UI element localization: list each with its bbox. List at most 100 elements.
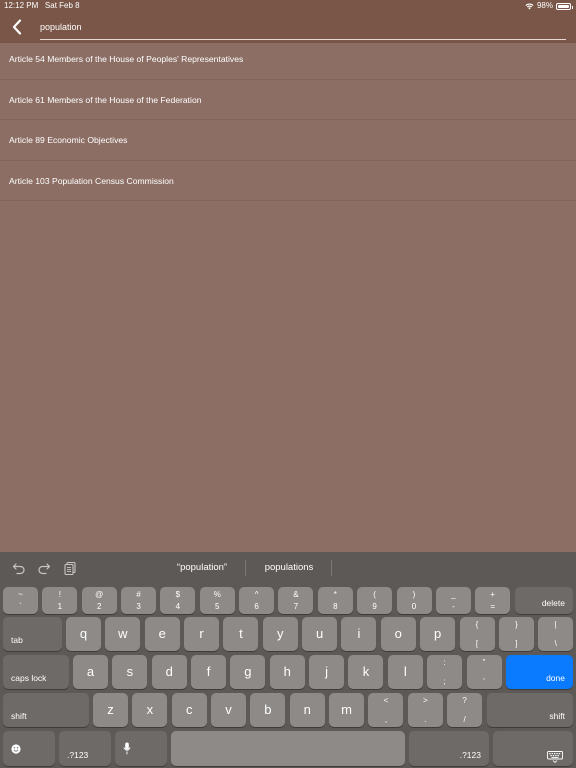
suggestion-bar: “population” populations bbox=[0, 552, 576, 584]
key-y[interactable]: y bbox=[262, 617, 298, 651]
status-bar: 12:12 PM Sat Feb 8 98% bbox=[0, 0, 576, 12]
key-e[interactable]: e bbox=[144, 617, 180, 651]
tab-key-label: tab bbox=[11, 635, 23, 645]
key-q[interactable]: q bbox=[66, 617, 101, 651]
number-key-10-label: 0 bbox=[411, 602, 417, 611]
number-key-4[interactable]: $4 bbox=[160, 587, 196, 614]
key-y-label: y bbox=[277, 625, 284, 641]
key-k[interactable]: k bbox=[348, 655, 384, 689]
done-key[interactable]: done bbox=[506, 655, 573, 689]
number-key-8-shift-label: * bbox=[333, 590, 337, 599]
delete-key[interactable]: delete bbox=[515, 587, 573, 614]
number-key-0-shift-label: ~ bbox=[18, 590, 23, 599]
number-key-9[interactable]: (9 bbox=[357, 587, 393, 614]
symbol-key-z-1[interactable]: >. bbox=[407, 693, 443, 727]
suggestion-populations[interactable]: populations bbox=[250, 561, 328, 575]
symbol-key-z-2[interactable]: ? / bbox=[447, 693, 483, 727]
symbol-key-a-0[interactable]: :; bbox=[427, 655, 463, 689]
number-key-11[interactable]: _ - bbox=[435, 587, 471, 614]
symbol-key-q-0[interactable]: {[ bbox=[459, 617, 495, 651]
number-key-0[interactable]: ~ ` bbox=[3, 587, 38, 614]
symbol-key-q-2[interactable]: | \ bbox=[538, 617, 574, 651]
hide-keyboard-key[interactable] bbox=[493, 731, 573, 766]
dictation-key[interactable] bbox=[115, 731, 167, 766]
key-r[interactable]: r bbox=[184, 617, 220, 651]
key-g[interactable]: g bbox=[230, 655, 266, 689]
suggestion-quoted[interactable]: “population” bbox=[163, 561, 241, 575]
key-j[interactable]: j bbox=[309, 655, 345, 689]
number-key-9-shift-label: ( bbox=[373, 590, 376, 599]
back-button[interactable] bbox=[8, 17, 26, 37]
numbers-key-right[interactable]: .?123 bbox=[409, 731, 489, 766]
key-p[interactable]: p bbox=[420, 617, 456, 651]
key-t[interactable]: t bbox=[223, 617, 259, 651]
redo-icon[interactable] bbox=[37, 561, 51, 575]
caps-lock-key[interactable]: caps lock bbox=[3, 655, 69, 689]
symbol-key-a-0-label: ; bbox=[443, 677, 446, 686]
caps-lock-key-label: caps lock bbox=[11, 673, 47, 683]
key-f[interactable]: f bbox=[191, 655, 227, 689]
number-key-12[interactable]: + = bbox=[475, 587, 511, 614]
key-x-label: x bbox=[146, 701, 154, 717]
number-key-2-label: 2 bbox=[96, 602, 102, 611]
on-screen-keyboard: “population” populations delete tab caps… bbox=[0, 552, 576, 768]
number-key-1[interactable]: ! 1 bbox=[42, 587, 78, 614]
number-key-10-shift-label: ) bbox=[412, 590, 416, 599]
symbol-key-z-2-label: / bbox=[463, 715, 466, 724]
key-s[interactable]: s bbox=[112, 655, 148, 689]
number-key-5-label: 5 bbox=[215, 602, 220, 611]
key-w[interactable]: w bbox=[105, 617, 141, 651]
shift-right-key[interactable]: shift bbox=[487, 693, 573, 727]
symbol-key-z-0[interactable]: <, bbox=[368, 693, 404, 727]
numbers-key-left[interactable]: .?123 bbox=[59, 731, 111, 766]
symbol-key-q-1[interactable]: }] bbox=[498, 617, 534, 651]
keyboard-hide-icon bbox=[547, 751, 563, 763]
number-key-10[interactable]: ) 0 bbox=[396, 587, 432, 614]
key-o[interactable]: o bbox=[380, 617, 416, 651]
emoji-key[interactable] bbox=[3, 731, 55, 766]
shift-left-key[interactable]: shift bbox=[3, 693, 89, 727]
key-u-label: u bbox=[315, 625, 324, 641]
symbol-key-a-0-shift-label: : bbox=[443, 658, 446, 667]
key-v[interactable]: v bbox=[211, 693, 247, 727]
number-key-5[interactable]: % 5 bbox=[199, 587, 235, 614]
symbol-key-a-1[interactable]: " ' bbox=[466, 655, 502, 689]
number-key-7[interactable]: & 7 bbox=[278, 587, 314, 614]
number-key-6[interactable]: ^ 6 bbox=[239, 587, 275, 614]
number-key-6-shift-label: ^ bbox=[254, 590, 259, 599]
key-d-label: d bbox=[165, 663, 173, 679]
key-m[interactable]: m bbox=[329, 693, 365, 727]
symbol-key-q-1-label: ] bbox=[515, 639, 518, 648]
tab-key[interactable]: tab bbox=[3, 617, 62, 651]
list-item[interactable]: Article 54 Members of the House of Peopl… bbox=[0, 39, 576, 80]
number-key-3[interactable]: #3 bbox=[121, 587, 157, 614]
key-z[interactable]: z bbox=[93, 693, 128, 727]
number-key-2[interactable]: @2 bbox=[81, 587, 117, 614]
number-key-8[interactable]: * 8 bbox=[317, 587, 353, 614]
key-a[interactable]: a bbox=[73, 655, 108, 689]
suggestion-divider bbox=[245, 560, 246, 576]
list-item[interactable]: Article 61 Members of the House of the F… bbox=[0, 80, 576, 120]
key-n-label: n bbox=[303, 701, 311, 717]
key-d[interactable]: d bbox=[151, 655, 187, 689]
key-r-label: r bbox=[199, 625, 204, 641]
key-n[interactable]: n bbox=[289, 693, 325, 727]
space-key[interactable] bbox=[171, 731, 405, 766]
key-f-label: f bbox=[206, 663, 211, 679]
key-i[interactable]: i bbox=[341, 617, 377, 651]
numbers-key-left-label: .?123 bbox=[67, 750, 89, 760]
key-l[interactable]: l bbox=[387, 655, 423, 689]
search-input[interactable] bbox=[40, 18, 566, 40]
key-c[interactable]: c bbox=[171, 693, 207, 727]
undo-icon[interactable] bbox=[12, 561, 26, 575]
list-item[interactable]: Article 103 Population Census Commission bbox=[0, 161, 576, 201]
key-u[interactable]: u bbox=[302, 617, 338, 651]
key-b-label: b bbox=[264, 701, 272, 717]
key-h[interactable]: h bbox=[269, 655, 305, 689]
key-h-label: h bbox=[283, 663, 291, 679]
symbol-key-q-0-shift-label: { bbox=[475, 620, 479, 629]
paste-icon[interactable] bbox=[63, 561, 77, 575]
key-b[interactable]: b bbox=[250, 693, 286, 727]
key-x[interactable]: x bbox=[132, 693, 168, 727]
list-item[interactable]: Article 89 Economic Objectives bbox=[0, 120, 576, 161]
